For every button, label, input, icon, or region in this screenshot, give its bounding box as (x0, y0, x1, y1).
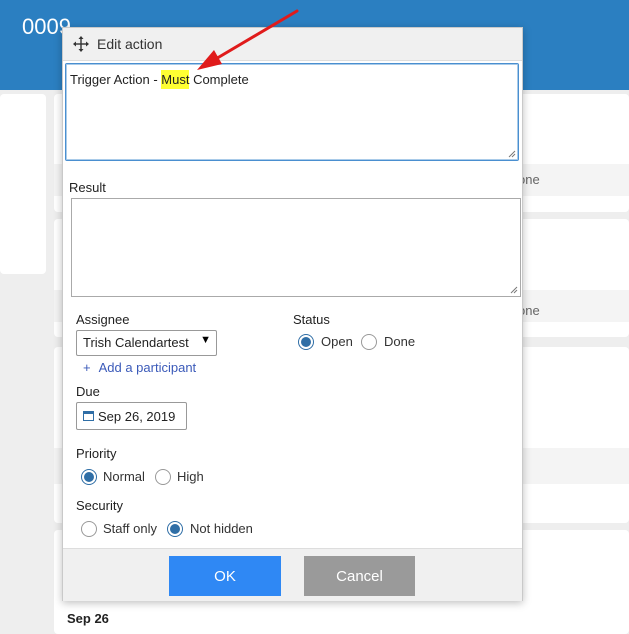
security-not-hidden-label: Not hidden (190, 521, 253, 536)
dialog-title: Edit action (97, 36, 163, 52)
priority-label: Priority (76, 446, 117, 461)
move-icon[interactable] (73, 36, 89, 52)
highlighted-word: Must (161, 70, 190, 89)
status-label: Status (293, 312, 330, 327)
plus-icon: + (83, 360, 91, 375)
cancel-button[interactable]: Cancel (304, 556, 415, 596)
security-staff-only-radio[interactable] (81, 521, 97, 537)
add-participant-link[interactable]: + Add a participant (83, 360, 196, 375)
security-staff-only-label: Staff only (103, 521, 157, 536)
status-done-radio[interactable] (361, 334, 377, 350)
resize-handle-icon[interactable] (508, 150, 516, 158)
action-text: Trigger Action - Must Complete (70, 70, 249, 89)
caret-down-icon: ▼ (200, 334, 211, 346)
priority-high-label: High (177, 469, 204, 484)
result-label: Result (69, 180, 106, 195)
due-date-input[interactable]: Sep 26, 2019 (76, 402, 187, 430)
security-not-hidden-radio[interactable] (167, 521, 183, 537)
ok-button[interactable]: OK (169, 556, 281, 596)
due-label: Due (76, 384, 100, 399)
background-date-label: Sep 26 (67, 611, 109, 626)
assignee-value: Trish Calendartest (83, 335, 189, 350)
result-text-area[interactable] (71, 198, 521, 297)
priority-high-radio[interactable] (155, 469, 171, 485)
add-participant-label: Add a participant (98, 360, 197, 375)
security-label: Security (76, 498, 123, 513)
dialog-footer: OK Cancel (63, 548, 522, 601)
dialog-header[interactable]: Edit action (63, 28, 522, 61)
due-date-value: Sep 26, 2019 (98, 409, 176, 424)
action-text-prefix: Trigger Action - (70, 72, 162, 87)
status-open-radio[interactable] (298, 334, 314, 350)
priority-normal-radio[interactable] (81, 469, 97, 485)
action-text-suffix: Complete (189, 72, 249, 87)
edit-action-dialog: Edit action Trigger Action - Must Comple… (62, 27, 523, 601)
status-open-label: Open (321, 334, 353, 349)
background-left-panel (0, 94, 46, 274)
priority-normal-label: Normal (103, 469, 145, 484)
assignee-select[interactable]: Trish Calendartest ▼ (76, 330, 217, 356)
status-done-label: Done (384, 334, 416, 349)
assignee-label: Assignee (76, 312, 130, 327)
calendar-icon (83, 411, 94, 421)
resize-handle-icon[interactable] (510, 286, 518, 294)
action-text-area[interactable]: Trigger Action - Must Complete (65, 63, 519, 161)
